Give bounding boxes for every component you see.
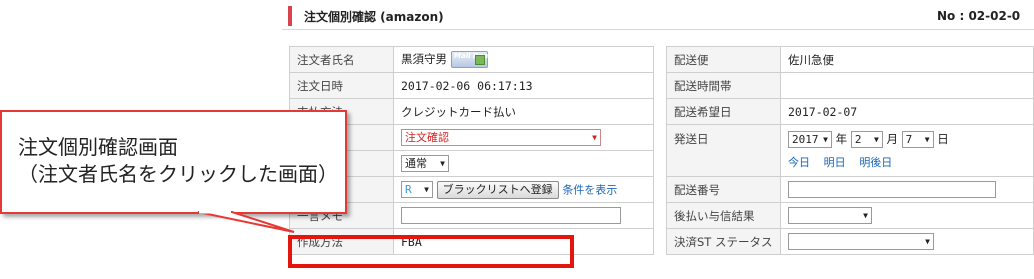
desired-date-label: 配送希望日: [666, 98, 781, 125]
payment-status-label: 決済ST ステータス: [666, 228, 781, 255]
time-slot-label: 配送時間帯: [666, 72, 781, 99]
order-datetime-label: 注文日時: [289, 72, 394, 99]
page-header: 注文個別確認 (amazon) No : 02-02-0: [282, 4, 1034, 30]
day-select-value: 7: [905, 133, 913, 146]
highlight-box: [288, 235, 574, 268]
year-select-value: 2017: [792, 133, 819, 146]
maildealer-icon[interactable]: Mail Dealer: [451, 51, 499, 68]
chevron-down-icon: ▼: [925, 237, 930, 246]
maildealer-check-icon: [475, 55, 485, 65]
callout-pointer-icon: [197, 210, 295, 233]
month-select[interactable]: 2 ▼: [850, 131, 883, 148]
order-number: No : 02-02-0: [937, 9, 1021, 23]
desired-date-value: 2017-02-07: [780, 98, 1034, 125]
row-deferred: 後払い与信結果 ▼: [666, 202, 1034, 229]
row-payment-status: 決済ST ステータス ▼: [666, 228, 1034, 255]
rank-select-value: R: [405, 183, 412, 196]
row-carrier: 配送便 佐川急便: [666, 46, 1034, 73]
memo-cell: [393, 202, 654, 229]
month-select-value: 2: [854, 133, 862, 146]
row-time-slot: 配送時間帯: [666, 72, 1034, 99]
carrier-value: 佐川急便: [780, 46, 1034, 73]
type-select-value: 通常: [405, 157, 427, 170]
rank-select[interactable]: R ▼: [401, 181, 433, 198]
ship-date-cell: 2017 ▼ 年 2 ▼ 月 7 ▼ 日 今日 明日 明後日: [780, 124, 1034, 177]
month-unit: 月: [886, 132, 898, 146]
chevron-down-icon: ▼: [440, 159, 445, 168]
tracking-label: 配送番号: [666, 176, 781, 203]
day-after-tomorrow-link[interactable]: 明後日: [859, 156, 892, 169]
order-datetime-value: 2017-02-06 06:17:13: [393, 72, 654, 99]
tracking-input[interactable]: [788, 181, 996, 198]
chevron-down-icon: ▼: [823, 135, 828, 144]
memo-input[interactable]: [401, 207, 621, 224]
rank-cell: R ▼ ブラックリストへ登録 条件を表示: [393, 176, 654, 203]
type-cell: 通常 ▼: [393, 150, 654, 177]
time-slot-value: [780, 72, 1034, 99]
order-detail-right-table: 配送便 佐川急便 配送時間帯 配送希望日 2017-02-07 発送日 2017…: [666, 46, 1034, 255]
status-select[interactable]: 注文確認 ▼: [401, 129, 601, 146]
day-select[interactable]: 7 ▼: [901, 131, 934, 148]
deferred-cell: ▼: [780, 202, 1034, 229]
chevron-down-icon: ▼: [873, 135, 879, 144]
callout-line-1: 注文個別確認画面: [18, 135, 178, 159]
row-ship-date: 発送日 2017 ▼ 年 2 ▼ 月 7 ▼ 日 今日 明日 明後日: [666, 124, 1034, 177]
row-order-datetime: 注文日時 2017-02-06 06:17:13: [289, 72, 654, 99]
blacklist-button[interactable]: ブラックリストへ登録: [436, 180, 559, 199]
ship-date-label: 発送日: [666, 124, 781, 177]
status-select-value: 注文確認: [405, 131, 449, 144]
chevron-down-icon: ▼: [424, 185, 429, 194]
ship-date-shortcuts: 今日 明日 明後日: [788, 154, 1026, 170]
carrier-label: 配送便: [666, 46, 781, 73]
chevron-down-icon: ▼: [592, 133, 597, 142]
orderer-label: 注文者氏名: [289, 46, 394, 73]
page-title: 注文個別確認 (amazon): [304, 10, 444, 24]
orderer-name[interactable]: 黒須守男: [401, 52, 447, 66]
day-unit: 日: [937, 132, 949, 146]
annotation-callout: 注文個別確認画面 （注文者氏名をクリックした画面）: [0, 110, 347, 233]
tracking-cell: [780, 176, 1034, 203]
status-cell: 注文確認 ▼: [393, 124, 654, 151]
deferred-select[interactable]: ▼: [788, 207, 872, 224]
row-desired-date: 配送希望日 2017-02-07: [666, 98, 1034, 125]
year-select[interactable]: 2017 ▼: [788, 131, 832, 148]
orderer-cell: 黒須守男 Mail Dealer: [393, 46, 654, 73]
type-select[interactable]: 通常 ▼: [401, 155, 449, 172]
chevron-down-icon: ▼: [924, 135, 930, 144]
header-accent-bar: [288, 6, 292, 26]
year-unit: 年: [835, 132, 848, 146]
row-orderer: 注文者氏名 黒須守男 Mail Dealer: [289, 46, 654, 73]
deferred-label: 後払い与信結果: [666, 202, 781, 229]
payment-status-select[interactable]: ▼: [788, 233, 934, 250]
tomorrow-link[interactable]: 明日: [824, 156, 846, 169]
row-tracking: 配送番号: [666, 176, 1034, 203]
callout-line-2: （注文者氏名をクリックした画面）: [18, 162, 338, 186]
today-link[interactable]: 今日: [788, 156, 810, 169]
conditions-link[interactable]: 条件を表示: [562, 183, 617, 196]
payment-status-cell: ▼: [780, 228, 1034, 255]
ship-date-selects: 2017 ▼ 年 2 ▼ 月 7 ▼ 日: [788, 131, 1026, 148]
chevron-down-icon: ▼: [863, 211, 868, 220]
payment-value: クレジットカード払い: [393, 98, 654, 125]
